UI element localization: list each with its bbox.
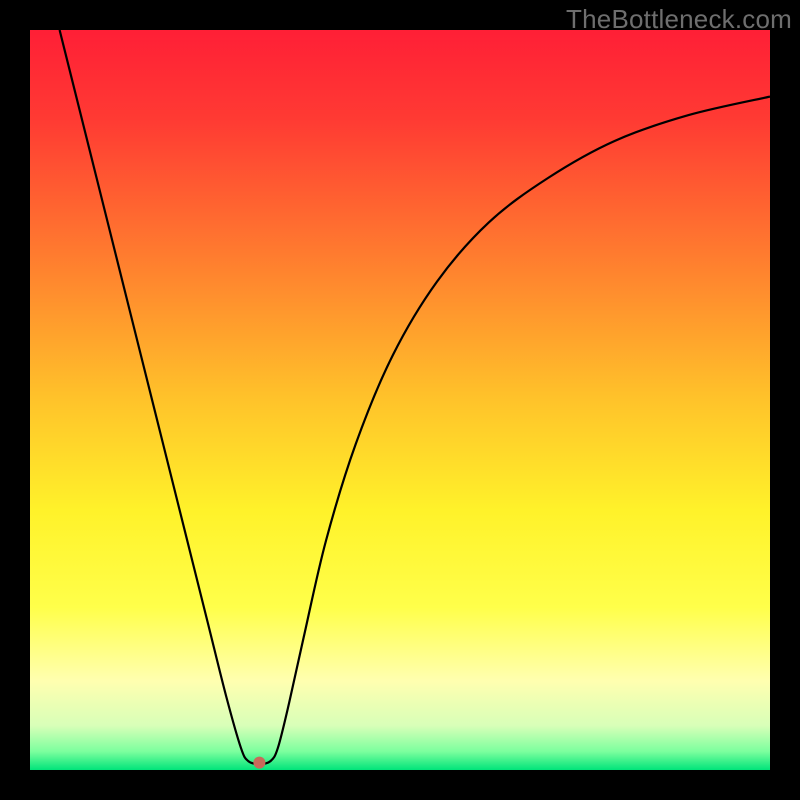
min-marker xyxy=(253,757,265,769)
chart-background xyxy=(30,30,770,770)
watermark-text: TheBottleneck.com xyxy=(566,4,792,35)
bottleneck-chart xyxy=(30,30,770,770)
chart-frame xyxy=(30,30,770,770)
